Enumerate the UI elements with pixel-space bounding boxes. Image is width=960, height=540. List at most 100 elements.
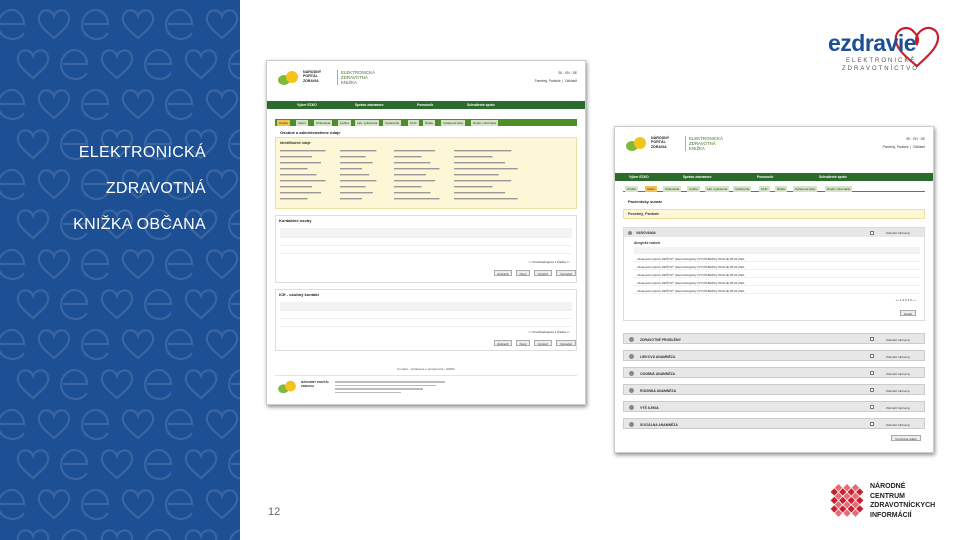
- show-records-label: Zobraziť záznamy: [886, 230, 910, 235]
- edit-button[interactable]: Upraviť: [534, 340, 552, 346]
- field-text: [454, 192, 506, 194]
- show-button[interactable]: Zobraziť: [494, 270, 512, 276]
- alergie-pager[interactable]: « ‹ 1 2 3 4 5 › »: [896, 298, 916, 302]
- letter-e-icon: [0, 8, 26, 41]
- tab-dalsie[interactable]: Ďalšie: [423, 120, 436, 126]
- field-text: [340, 192, 373, 194]
- delete-button[interactable]: Vymazať: [556, 270, 576, 276]
- varovania-header[interactable]: VAROVANIA Zobraziť záznamy: [624, 228, 924, 237]
- menu-sprava-zaznamov[interactable]: Správa záznamov: [355, 103, 383, 107]
- tab-vysetrene-lieky[interactable]: Vyšetrené lieky: [441, 120, 466, 126]
- heart-icon: [100, 369, 134, 400]
- show-records-checkbox[interactable]: [870, 422, 874, 426]
- menu-schvalenie-sprav[interactable]: Schválenie správ: [819, 175, 847, 179]
- menu-pomocnik[interactable]: Pomocník: [757, 175, 773, 179]
- tab-vysetrenia[interactable]: Vyšetrenia: [383, 120, 402, 126]
- section-rodinna-anamneza[interactable]: RODINNÁ ANAMNÉZA Zobraziť záznamy: [623, 384, 925, 395]
- menu-schvalenie-sprav[interactable]: Schválenie správ: [467, 103, 495, 107]
- collapse-icon[interactable]: [629, 422, 634, 427]
- menu-sprava-zaznamov[interactable]: Správa záznamov: [683, 175, 711, 179]
- menu-vyber-ezko[interactable]: Výber EZKO: [297, 103, 317, 107]
- letter-e-icon: [164, 328, 194, 361]
- section-title: Pacientsky sumár: [625, 197, 666, 206]
- field-text: [394, 198, 440, 200]
- tab-liecba[interactable]: Liečba: [687, 186, 700, 192]
- show-records-checkbox[interactable]: [870, 405, 874, 409]
- heart-icon: [184, 449, 218, 480]
- tab-doplnkove-info[interactable]: Doplň. informácie: [825, 186, 853, 192]
- field-text: [340, 156, 366, 158]
- menu-pomocnik[interactable]: Pomocník: [417, 103, 433, 107]
- show-records-checkbox[interactable]: [870, 337, 874, 341]
- tab-osoba[interactable]: Osoba: [625, 186, 638, 192]
- heart-icon: [205, 169, 239, 200]
- footer-links[interactable]: Kontakt - vyhlásenie o prístupnosti - GD…: [267, 367, 585, 371]
- control-data-button[interactable]: Kontrolné údaje: [891, 435, 921, 441]
- show-records-checkbox[interactable]: [870, 388, 874, 392]
- nczi-cross-icon: [830, 484, 864, 517]
- varovania-section: VAROVANIA Zobraziť záznamy Alergické rea…: [623, 227, 925, 321]
- field-text: [454, 198, 518, 200]
- show-records-checkbox[interactable]: [870, 371, 874, 375]
- field-text: [454, 180, 512, 182]
- show-button[interactable]: Zobraziť: [494, 340, 512, 346]
- menu-vyber-ezko[interactable]: Výber EZKO: [629, 175, 649, 179]
- section-zdravotne-problemy[interactable]: ZDRAVOTNÉ PROBLÉMY Zobraziť záznamy: [623, 333, 925, 344]
- detail-button[interactable]: Detail: [900, 310, 916, 316]
- tab-vysetrenia[interactable]: Vyšetrenia: [733, 186, 752, 192]
- tab-suhrn[interactable]: Súhrn: [645, 186, 658, 192]
- tab-oup[interactable]: OUP: [408, 120, 419, 126]
- table-row[interactable]: Intoleranciu liekov DEŠTNÝ (Dermatologic…: [634, 279, 920, 286]
- letter-e-icon: [227, 49, 240, 80]
- tab-bar: Osoba Súhrn Očkovania Liečba Lab. vyšetr…: [275, 119, 577, 126]
- table-row[interactable]: [280, 239, 572, 246]
- table-row[interactable]: Intoleranciu liekov DEŠTNÝ (Dermatologic…: [634, 271, 920, 278]
- collapse-icon[interactable]: [629, 388, 634, 393]
- field-text: [340, 174, 370, 176]
- tab-ockovania[interactable]: Očkovania: [663, 186, 682, 192]
- tab-osoba[interactable]: Osoba: [277, 120, 290, 126]
- new-button[interactable]: Nový: [516, 270, 530, 276]
- main-menu: Výber EZKO Správa záznamov Pomocník Schv…: [267, 101, 585, 109]
- letter-e-icon: [227, 369, 240, 400]
- tab-ockovania[interactable]: Očkovania: [314, 120, 333, 126]
- delete-button[interactable]: Vymazať: [556, 340, 576, 346]
- ice-section: ICE - osobný kontakt << Predchádzajúca 1…: [275, 289, 577, 351]
- tab-vysetrene-lieky[interactable]: Vyšetrené lieky: [793, 186, 818, 192]
- tab-lab-vysetrenia[interactable]: Lab. vyšetrenia: [705, 186, 730, 192]
- field-text: [454, 150, 512, 152]
- section-socialna-anamneza[interactable]: SOCIÁLNA ANAMNÉZA Zobraziť záznamy: [623, 418, 925, 429]
- tab-oup[interactable]: OUP: [759, 186, 770, 192]
- ezdravie-logo: ezdravie ELEKTRONICKÉ ZDRAVOTNÍCTVO: [822, 24, 942, 78]
- tab-suhrn[interactable]: Súhrn: [296, 120, 309, 126]
- collapse-icon[interactable]: [629, 405, 634, 410]
- field-text: [340, 186, 366, 188]
- table-row[interactable]: [280, 247, 572, 254]
- letter-e-icon: [0, 88, 26, 121]
- collapse-icon[interactable]: [628, 230, 632, 235]
- collapse-icon[interactable]: [629, 371, 634, 376]
- show-records-checkbox[interactable]: [870, 230, 874, 235]
- table-row[interactable]: Intoleranciu liekov DEŠTNÝ (Dermatologic…: [634, 287, 920, 294]
- section-vysilenia[interactable]: VÝŠ ILENIA Zobraziť záznamy: [623, 401, 925, 412]
- table-row[interactable]: [280, 312, 572, 319]
- collapse-icon[interactable]: [629, 354, 634, 359]
- section-liekova-anamneza[interactable]: LIEKOVÁ ANAMNÉZA Zobraziť záznamy: [623, 350, 925, 361]
- contacts-pager[interactable]: << Predchádzajúca 1 Ďalšia >>: [528, 260, 570, 264]
- tab-doplnkove-info[interactable]: Doplň. informácie: [471, 120, 499, 126]
- edit-button[interactable]: Upraviť: [534, 270, 552, 276]
- new-button[interactable]: Nový: [516, 340, 530, 346]
- ice-pager[interactable]: << Predchádzajúca 1 Ďalšia >>: [528, 330, 570, 334]
- tab-lab-vysetrenia[interactable]: Lab. vyšetrenia: [355, 120, 380, 126]
- tab-dalsie[interactable]: Ďalšie: [775, 186, 788, 192]
- table-row[interactable]: Intoleranciu liekov DEŠTNÝ (Dermatologic…: [634, 263, 920, 270]
- table-row[interactable]: [280, 320, 572, 327]
- table-row[interactable]: Intoleranciu liekov DEŠTNÝ (Dermatologic…: [634, 255, 920, 262]
- tab-liecba[interactable]: Liečba: [338, 120, 351, 126]
- collapse-icon[interactable]: [629, 337, 634, 342]
- letter-e-icon: [80, 248, 110, 281]
- portal-header: NÁRODNÝ PORTÁL ZDRAVIA ELEKTRONICKÁ ZDRA…: [615, 127, 933, 165]
- show-records-checkbox[interactable]: [870, 354, 874, 358]
- alergie-title: Alergické reakcie: [634, 241, 661, 245]
- section-osobna-anamneza[interactable]: OSOBNÁ ANAMNÉZA Zobraziť záznamy: [623, 367, 925, 378]
